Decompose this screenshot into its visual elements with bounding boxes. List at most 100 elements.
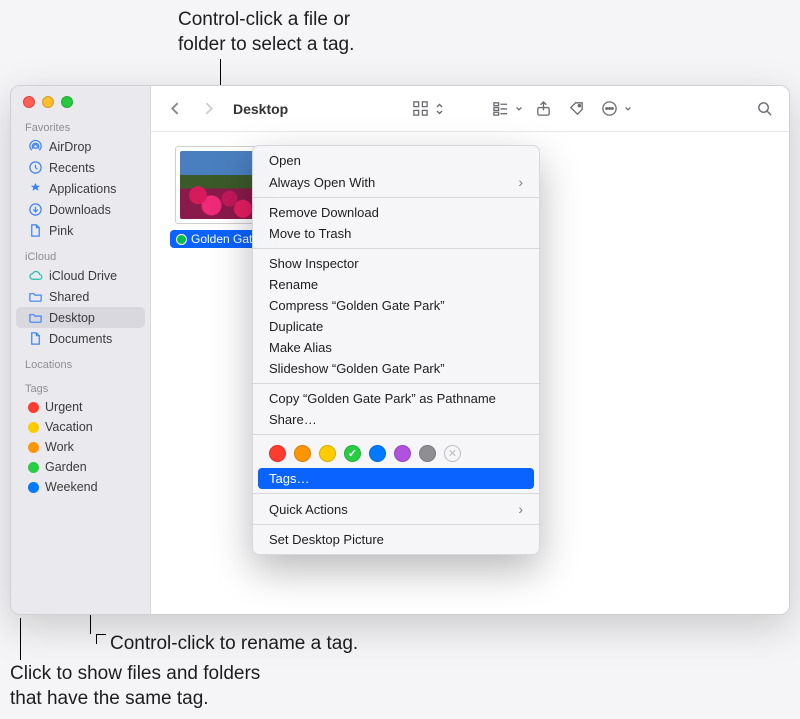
cm-quick-actions[interactable]: Quick Actions › (253, 498, 539, 520)
sidebar-item-label: Shared (49, 290, 89, 304)
cm-set-desktop-picture[interactable]: Set Desktop Picture (253, 529, 539, 550)
tag-color-circle[interactable] (319, 445, 336, 462)
search-button[interactable] (752, 97, 777, 120)
sidebar-item-shared[interactable]: Shared (16, 286, 145, 307)
ellipsis-icon (597, 97, 622, 120)
breadcrumb-title: Desktop (233, 101, 288, 117)
tag-color-circle[interactable] (294, 445, 311, 462)
close-button[interactable] (23, 96, 35, 108)
sidebar-tag-vacation[interactable]: Vacation (16, 417, 145, 437)
sidebar-item-recents[interactable]: Recents (16, 157, 145, 178)
sidebar-item-documents[interactable]: Documents (16, 328, 145, 349)
cm-share[interactable]: Share… (253, 409, 539, 430)
cm-quick-actions-label: Quick Actions (269, 502, 348, 517)
doc-icon (28, 331, 43, 346)
sidebar-item-desktop[interactable]: Desktop (16, 307, 145, 328)
group-view-icon[interactable] (488, 97, 513, 120)
cm-separator (253, 248, 539, 249)
cm-copy-pathname-label: Copy “Golden Gate Park” as Pathname (269, 391, 496, 406)
annotation-middle: Control-click to rename a tag. (110, 632, 358, 657)
cloud-icon (28, 268, 43, 283)
sidebar-section-icloud: iCloud (11, 247, 150, 265)
tag-dot-icon (28, 462, 39, 473)
chevron-right-icon: › (518, 501, 523, 517)
sidebar-item-label: iCloud Drive (49, 269, 117, 283)
view-disclosure-icon (435, 103, 444, 115)
tag-color-none[interactable]: ✕ (444, 445, 461, 462)
sidebar-tag-garden[interactable]: Garden (16, 457, 145, 477)
folder-icon (28, 310, 43, 325)
cm-compress[interactable]: Compress “Golden Gate Park” (253, 295, 539, 316)
tag-dot-icon (28, 422, 39, 433)
sidebar-section-favorites: Favorites (11, 118, 150, 136)
cm-separator (253, 197, 539, 198)
sidebar-item-label: AirDrop (49, 140, 91, 154)
cm-open[interactable]: Open (253, 150, 539, 171)
apps-icon (28, 181, 43, 196)
tag-dot-icon (28, 482, 39, 493)
tag-color-circle[interactable]: ✓ (344, 445, 361, 462)
cm-share-label: Share… (269, 412, 317, 427)
traffic-lights (11, 96, 150, 118)
share-button[interactable] (531, 97, 556, 120)
sidebar-item-label: Downloads (49, 203, 111, 217)
tag-color-circle[interactable] (269, 445, 286, 462)
cm-duplicate[interactable]: Duplicate (253, 316, 539, 337)
cm-move-to-trash-label: Move to Trash (269, 226, 351, 241)
sidebar-item-icloud-drive[interactable]: iCloud Drive (16, 265, 145, 286)
sidebar: Favorites AirDrop Recents Applications Down… (11, 86, 151, 614)
forward-button[interactable] (196, 97, 221, 120)
cm-make-alias-label: Make Alias (269, 340, 332, 355)
download-icon (28, 202, 43, 217)
icon-view-icon[interactable] (408, 97, 433, 120)
sidebar-tag-work[interactable]: Work (16, 437, 145, 457)
sidebar-section-locations: Locations (11, 355, 150, 373)
sidebar-item-label: Work (45, 440, 74, 454)
sidebar-item-label: Applications (49, 182, 116, 196)
cm-rename[interactable]: Rename (253, 274, 539, 295)
sidebar-item-label: Vacation (45, 420, 93, 434)
sidebar-tag-urgent[interactable]: Urgent (16, 397, 145, 417)
sidebar-item-label: Recents (49, 161, 95, 175)
cm-separator (253, 524, 539, 525)
back-button[interactable] (163, 97, 188, 120)
annotation-bottom: Click to show files and folders that hav… (10, 662, 260, 711)
tag-color-circle[interactable] (394, 445, 411, 462)
minimize-button[interactable] (42, 96, 54, 108)
sidebar-item-pink[interactable]: Pink (16, 220, 145, 241)
tag-button[interactable] (564, 97, 589, 120)
cm-tags[interactable]: Tags… (258, 468, 534, 489)
cm-always-open-with[interactable]: Always Open With› (253, 171, 539, 193)
cm-slideshow-label: Slideshow “Golden Gate Park” (269, 361, 445, 376)
sidebar-item-label: Documents (49, 332, 112, 346)
sidebar-item-applications[interactable]: Applications (16, 178, 145, 199)
annotation-line-mid-v (96, 634, 97, 644)
cm-show-inspector[interactable]: Show Inspector (253, 253, 539, 274)
sidebar-item-label: Weekend (45, 480, 98, 494)
cm-make-alias[interactable]: Make Alias (253, 337, 539, 358)
cm-remove-download[interactable]: Remove Download (253, 202, 539, 223)
toolbar: Desktop (151, 86, 789, 132)
maximize-button[interactable] (61, 96, 73, 108)
annotation-top: Control-click a file or folder to select… (178, 8, 354, 57)
cm-remove-download-label: Remove Download (269, 205, 379, 220)
sidebar-item-downloads[interactable]: Downloads (16, 199, 145, 220)
sidebar-tag-weekend[interactable]: Weekend (16, 477, 145, 497)
cm-move-to-trash[interactable]: Move to Trash (253, 223, 539, 244)
tag-color-circle[interactable] (369, 445, 386, 462)
folder-icon (28, 289, 43, 304)
view-controls[interactable] (408, 97, 444, 120)
sidebar-item-label: Desktop (49, 311, 95, 325)
annotation-line-bot (20, 618, 21, 660)
cm-set-desktop-picture-label: Set Desktop Picture (269, 532, 384, 547)
cm-always-open-with-label: Always Open With (269, 175, 375, 190)
cm-copy-pathname[interactable]: Copy “Golden Gate Park” as Pathname (253, 388, 539, 409)
tag-dot-icon (28, 442, 39, 453)
cm-separator (253, 383, 539, 384)
group-controls[interactable] (488, 97, 523, 120)
tag-color-circle[interactable] (419, 445, 436, 462)
annotation-line-mid-h (96, 634, 106, 635)
sidebar-item-airdrop[interactable]: AirDrop (16, 136, 145, 157)
action-button[interactable] (597, 97, 632, 120)
cm-slideshow[interactable]: Slideshow “Golden Gate Park” (253, 358, 539, 379)
